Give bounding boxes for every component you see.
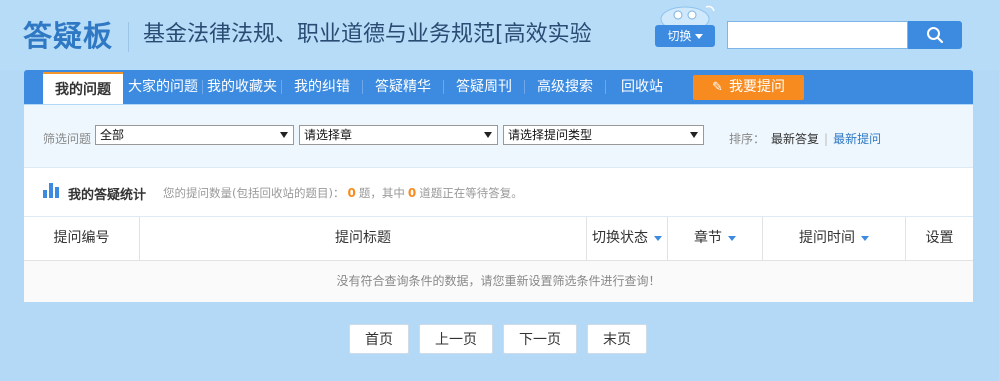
stats-title: 我的答疑统计 [68, 188, 147, 203]
last-page-button[interactable]: 末页 [587, 324, 647, 354]
stats-suffix: 道题正在等待答复。 [419, 186, 523, 200]
column-chapter[interactable]: 章节 [668, 217, 763, 260]
mascot-icon [660, 5, 715, 25]
tab-my-favorites[interactable]: 我的收藏夹 [204, 70, 280, 104]
filter-all-select[interactable]: 全部 [95, 125, 294, 145]
filter-label: 筛选问题 [43, 132, 92, 146]
ask-question-button[interactable]: ✎ 我要提问 [693, 75, 804, 100]
first-page-button[interactable]: 首页 [349, 324, 409, 354]
chapter-select[interactable]: 请选择章 [299, 125, 498, 145]
sort-label: 排序： [729, 132, 766, 146]
column-settings: 设置 [925, 230, 954, 246]
tab-advanced-search[interactable]: 高级搜索 [526, 70, 604, 104]
nav-divider [524, 80, 525, 94]
stats-waiting-count: 0 [407, 186, 417, 200]
table-header: 提问编号 提问标题 切换状态 章节 提问时间 设置 [24, 217, 973, 261]
sort-latest-question[interactable]: 最新提问 [833, 132, 881, 146]
column-question-title: 提问标题 [140, 217, 587, 260]
nav-divider [202, 80, 203, 94]
column-switch-status-label: 切换状态 [592, 230, 648, 246]
sort-controls: 排序： 最新答复 | 最新提问 [729, 130, 881, 147]
stats-total-count: 0 [347, 186, 356, 200]
filter-all-value: 全部 [100, 128, 125, 142]
stats-middle: 题，其中 [358, 186, 405, 200]
bar-chart-icon [43, 183, 59, 198]
question-type-select[interactable]: 请选择提问类型 [503, 125, 704, 145]
header: 答疑板 基金法律法规、职业道德与业务规范[高效实验 切换 [0, 0, 999, 70]
chapter-select-value: 请选择章 [304, 128, 353, 142]
tab-qa-highlights[interactable]: 答疑精华 [364, 70, 442, 104]
nav-divider [281, 80, 282, 94]
search-icon [927, 27, 944, 44]
tab-everyone-questions[interactable]: 大家的问题 [125, 70, 201, 104]
next-page-button[interactable]: 下一页 [503, 324, 577, 354]
column-question-time[interactable]: 提问时间 [763, 217, 906, 260]
sort-latest-reply[interactable]: 最新答复 [771, 132, 819, 146]
question-type-value: 请选择提问类型 [508, 128, 593, 142]
nav-divider [443, 80, 444, 94]
switch-course-button[interactable]: 切换 [655, 25, 715, 47]
sort-divider: | [824, 132, 829, 146]
column-question-time-label: 提问时间 [799, 230, 855, 246]
sort-down-icon [728, 235, 736, 241]
sort-down-icon [654, 235, 662, 241]
dropdown-arrow-icon [690, 132, 698, 138]
prev-page-button[interactable]: 上一页 [419, 324, 493, 354]
switch-label: 切换 [667, 29, 692, 43]
pencil-icon: ✎ [712, 80, 723, 95]
dropdown-arrow-icon [280, 132, 288, 138]
main-nav: 我的问题 大家的问题 我的收藏夹 我的纠错 答疑精华 答疑周刊 高级搜索 回收站… [24, 70, 973, 104]
column-chapter-label: 章节 [694, 230, 722, 246]
tab-qa-weekly[interactable]: 答疑周刊 [445, 70, 523, 104]
stats-bar: 我的答疑统计 您的提问数量(包括回收站的题目)： 0 题，其中 0 道题正在等待答复。 [24, 168, 973, 217]
dropdown-arrow-icon [484, 132, 492, 138]
chevron-down-icon [694, 34, 703, 39]
empty-message: 没有符合查询条件的数据，请您重新设置筛选条件进行查询！ [24, 261, 973, 302]
search-input[interactable] [727, 21, 908, 49]
column-switch-status[interactable]: 切换状态 [587, 217, 668, 260]
tab-recycle-bin[interactable]: 回收站 [607, 70, 677, 104]
page-margin [973, 70, 999, 381]
tab-my-questions[interactable]: 我的问题 [43, 72, 123, 104]
pagination: 首页 上一页 下一页 末页 [24, 302, 973, 376]
filter-bar: 筛选问题 全部 请选择章 请选择提问类型 排序： 最新答复 | 最新提问 [24, 105, 973, 168]
search-button[interactable] [908, 21, 962, 49]
course-title: 基金法律法规、职业道德与业务规范[高效实验 [143, 22, 592, 47]
stats-prefix: 您的提问数量(包括回收站的题目)： [163, 186, 345, 200]
nav-divider [605, 80, 606, 94]
column-question-id: 提问编号 [24, 217, 140, 260]
ask-question-label: 我要提问 [728, 79, 785, 95]
sort-down-icon [861, 235, 869, 241]
stats-summary: 您的提问数量(包括回收站的题目)： 0 题，其中 0 道题正在等待答复。 [163, 185, 523, 201]
tab-my-corrections[interactable]: 我的纠错 [283, 70, 361, 104]
logo-divider [128, 22, 129, 52]
nav-divider [362, 80, 363, 94]
logo[interactable]: 答疑板 [23, 16, 113, 56]
